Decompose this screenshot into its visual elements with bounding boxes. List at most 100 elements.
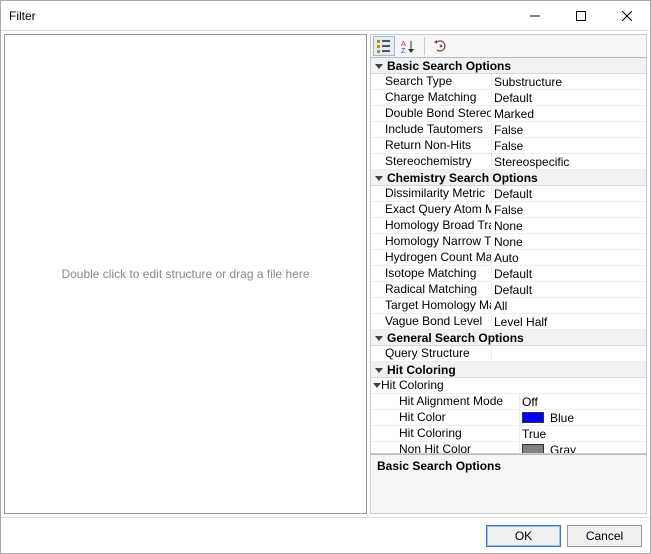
property-value[interactable]: Gray [519,442,646,454]
property-row[interactable]: Return Non-HitsFalse [371,138,646,154]
property-row[interactable]: Radical MatchingDefault [371,282,646,298]
indent [371,202,385,217]
property-value-text: False [494,203,523,217]
property-value[interactable]: Default [491,186,646,201]
property-value[interactable]: Auto [491,250,646,265]
categorized-button[interactable] [373,36,395,56]
category-chemistry[interactable]: Chemistry Search Options [371,170,646,186]
minimize-icon [530,11,540,21]
chevron-down-icon [373,172,385,184]
category-hit-coloring[interactable]: Hit Coloring [371,362,646,378]
indent [371,90,385,105]
property-value-text: Gray [550,443,576,455]
category-label: Hit Coloring [387,363,456,377]
property-value-text: Default [494,91,532,105]
property-row[interactable]: Hit Alignment ModeOff [371,394,646,410]
property-value[interactable]: Marked [491,106,646,121]
close-button[interactable] [604,1,650,31]
titlebar: Filter [1,1,650,31]
property-name: Hit Coloring [399,426,519,441]
property-value[interactable]: None [491,234,646,249]
sort-button[interactable]: A Z [397,36,419,56]
svg-text:A: A [401,41,406,48]
property-name: Homology Narrow Translation [385,234,491,249]
category-basic[interactable]: Basic Search Options [371,58,646,74]
maximize-button[interactable] [558,1,604,31]
cancel-button[interactable]: Cancel [567,525,642,547]
property-value-text: None [494,219,523,233]
property-pages-button[interactable] [430,36,452,56]
property-row[interactable]: Hydrogen Count MatchingAuto [371,250,646,266]
property-value[interactable]: All [491,298,646,313]
property-name: Search Type [385,74,491,89]
property-value[interactable]: Off [519,394,646,409]
property-value[interactable]: False [491,202,646,217]
dialog-footer: OK Cancel [1,517,650,553]
property-value[interactable]: Default [491,282,646,297]
property-row[interactable]: Homology Broad TranslationNone [371,218,646,234]
property-value[interactable]: Default [491,90,646,105]
property-value[interactable]: Stereospecific [491,154,646,169]
property-value[interactable]: None [491,218,646,233]
property-row[interactable]: Isotope MatchingDefault [371,266,646,282]
category-general[interactable]: General Search Options [371,330,646,346]
indent [371,314,385,329]
indent [371,250,385,265]
property-row[interactable]: Homology Narrow TranslationNone [371,234,646,250]
indent [371,394,399,409]
property-name: Homology Broad Translation [385,218,491,233]
indent [371,266,385,281]
toolbar-separator [424,37,425,55]
property-row[interactable]: Exact Query Atom MatchingFalse [371,202,646,218]
indent [371,346,385,361]
property-row[interactable]: Search TypeSubstructure [371,74,646,90]
description-title: Basic Search Options [377,459,640,473]
property-row[interactable]: Query Structure [371,346,646,362]
indent [371,282,385,297]
property-value[interactable]: Blue [519,410,646,425]
property-value[interactable]: False [491,122,646,137]
property-row[interactable]: StereochemistryStereospecific [371,154,646,170]
property-value[interactable]: Level Half [491,314,646,329]
property-value[interactable]: False [491,138,646,153]
indent [371,186,385,201]
property-name: Stereochemistry [385,154,491,169]
property-value-text: Marked [494,107,534,121]
property-name: Non Hit Color [399,442,519,454]
indent [371,298,385,313]
indent [371,74,385,89]
categorized-icon [377,39,391,53]
property-name: Include Tautomers [385,122,491,137]
property-grid[interactable]: Basic Search Options Search TypeSubstruc… [370,58,647,454]
indent [371,410,399,425]
property-name: Vague Bond Level [385,314,491,329]
property-name: Hydrogen Count Matching [385,250,491,265]
property-value-text: Default [494,187,532,201]
property-value[interactable]: True [519,426,646,441]
property-value[interactable]: Substructure [491,74,646,89]
property-row[interactable]: Non Hit Color Gray [371,442,646,454]
property-value-text: Blue [550,411,574,425]
property-value[interactable] [491,346,646,361]
category-label: General Search Options [387,331,524,345]
property-row[interactable]: Dissimilarity MetricDefault [371,186,646,202]
property-value[interactable]: Default [491,266,646,281]
color-swatch [522,444,544,454]
property-row[interactable]: Target Homology MatchingAll [371,298,646,314]
property-value-text: True [522,427,546,441]
property-row[interactable]: Include TautomersFalse [371,122,646,138]
sort-alpha-icon: A Z [401,39,415,53]
structure-placeholder: Double click to edit structure or drag a… [61,267,309,281]
property-row[interactable]: Hit ColorBlue [371,410,646,426]
property-value-text: None [494,235,523,249]
minimize-button[interactable] [512,1,558,31]
property-row-expandable[interactable]: Hit Coloring [371,378,646,394]
structure-drop-panel[interactable]: Double click to edit structure or drag a… [4,34,367,514]
property-row[interactable]: Charge MatchingDefault [371,90,646,106]
property-value-text: Default [494,283,532,297]
ok-button[interactable]: OK [486,525,561,547]
property-row[interactable]: Hit ColoringTrue [371,426,646,442]
property-row[interactable]: Double Bond Stereo CheckingMarked [371,106,646,122]
property-name: Isotope Matching [385,266,491,281]
property-row[interactable]: Vague Bond LevelLevel Half [371,314,646,330]
